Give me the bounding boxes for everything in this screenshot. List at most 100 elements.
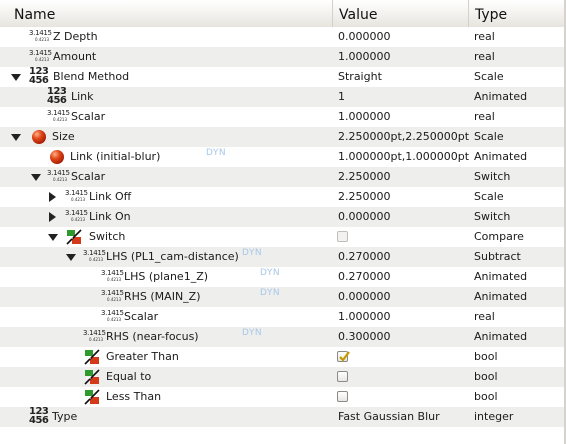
tree-row[interactable]: 3.1415 0.4213 Scalar 1.000000 real <box>0 107 564 127</box>
column-header-type[interactable]: Type <box>468 0 564 28</box>
dynamic-indicator: DYN <box>206 148 227 158</box>
tree-row[interactable]: 3.1415 0.4213 Link On 0.000000 Switch <box>0 207 564 227</box>
expander-expanded-icon[interactable] <box>48 234 58 241</box>
parameter-value[interactable]: 0.270000 <box>338 267 391 287</box>
parameter-value[interactable]: Straight <box>338 67 382 87</box>
parameter-value[interactable]: 2.250000 <box>338 187 391 207</box>
tree-row[interactable]: 3.1415 0.4213 LHS (plane1_Z) DYN 0.270000 Ani… <box>0 267 564 287</box>
parameter-value[interactable]: Fast Gaussian Blur <box>338 407 440 427</box>
tree-row[interactable]: 3.1415 0.4213 Link Off 2.250000 Scale <box>0 187 564 207</box>
parameter-type: Animated <box>474 270 528 283</box>
real-number-icon: 3.1415 0.4213 <box>29 29 52 45</box>
parameter-name: Scalar <box>71 170 106 183</box>
parameter-name: Amount <box>53 50 97 63</box>
dynamic-indicator: DYN <box>242 248 263 258</box>
parameter-type: bool <box>474 390 498 403</box>
parameter-value[interactable]: 0.300000 <box>338 327 391 347</box>
icon-text: 456 <box>29 75 49 86</box>
parameter-type: Scale <box>474 70 504 83</box>
parameter-value[interactable]: 1.000000 <box>338 307 391 327</box>
parameter-name: Link (initial-blur) <box>70 150 161 163</box>
tree-row[interactable]: 3.1415 0.4213 Amount 1.000000 real <box>0 47 564 67</box>
value-checkbox[interactable] <box>337 371 348 382</box>
icon-text: 0.4213 <box>107 297 121 302</box>
value-checkbox[interactable] <box>337 351 350 362</box>
tree-row[interactable]: 3.1415 0.4213 RHS (MAIN_Z) DYN 0.000000 Anima… <box>0 287 564 307</box>
parameter-value[interactable]: 1.000000 <box>338 107 391 127</box>
tree-row[interactable]: Size 2.250000pt,2.250000pt Scale <box>0 127 564 147</box>
parameter-value[interactable]: 0.000000 <box>338 207 391 227</box>
tree-row[interactable]: 3.1415 0.4213 LHS (PL1_cam-distance) DYN 0.2… <box>0 247 564 267</box>
tree-row[interactable]: Greater Than bool <box>0 347 564 367</box>
real-number-icon: 3.1415 0.4213 <box>65 189 88 205</box>
column-header-name[interactable]: Name <box>0 0 332 28</box>
parameter-name: Size <box>52 130 75 143</box>
vector-icon <box>50 150 64 164</box>
parameter-name: Type <box>52 410 78 423</box>
parameter-type: Subtract <box>474 250 521 263</box>
parameter-value[interactable]: 1.000000 <box>338 47 391 67</box>
parameter-type: Animated <box>474 290 528 303</box>
tree-row[interactable]: 3.1415 0.4213 Z Depth 0.000000 real <box>0 27 564 47</box>
expander-collapsed-icon[interactable] <box>49 212 56 222</box>
bool-icon <box>66 229 82 245</box>
tree-row[interactable]: Switch Compare <box>0 227 564 247</box>
tree-row[interactable]: 123 456 Link 1 Animated <box>0 87 564 107</box>
icon-text: 0.4213 <box>89 257 103 262</box>
integer-icon: 123 456 <box>29 67 49 86</box>
tree-row[interactable]: 123 456 Blend Method Straight Scale <box>0 67 564 87</box>
parameter-type: bool <box>474 350 498 363</box>
expander-expanded-icon[interactable] <box>11 134 21 141</box>
parameter-type: Switch <box>474 170 511 183</box>
icon-text: 3.1415 <box>83 329 106 337</box>
parameter-type: Animated <box>474 150 528 163</box>
expander-collapsed-icon[interactable] <box>49 192 56 202</box>
column-header-value[interactable]: Value <box>332 0 468 28</box>
parameter-value[interactable]: 0.270000 <box>338 247 391 267</box>
bool-icon <box>84 349 100 365</box>
real-number-icon: 3.1415 0.4213 <box>47 109 70 125</box>
icon-text: 0.4213 <box>89 337 103 342</box>
dynamic-indicator: DYN <box>242 328 263 338</box>
parameter-value[interactable]: 0.000000 <box>338 287 391 307</box>
parameter-name: Link <box>71 90 94 103</box>
tree-row[interactable]: 3.1415 0.4213 Scalar 2.250000 Switch <box>0 167 564 187</box>
expander-expanded-icon[interactable] <box>66 254 76 261</box>
dynamic-indicator: DYN <box>260 268 281 278</box>
parameter-value[interactable]: 1 <box>338 87 345 107</box>
parameter-type: real <box>474 50 495 63</box>
parameter-value[interactable]: 2.250000pt,2.250000pt <box>338 127 469 147</box>
icon-text: 0.4213 <box>53 117 67 122</box>
icon-text: 0.4213 <box>53 177 67 182</box>
tree-row[interactable]: Equal to bool <box>0 367 564 387</box>
parameter-name: Z Depth <box>53 30 98 43</box>
parameter-value[interactable]: 1.000000pt,1.000000pt <box>338 147 469 167</box>
vector-icon <box>32 130 46 144</box>
integer-icon: 123 456 <box>29 407 49 426</box>
parameter-name: Equal to <box>106 370 152 383</box>
expander-expanded-icon[interactable] <box>11 74 21 81</box>
parameter-name: Scalar <box>124 310 159 323</box>
expander-expanded-icon[interactable] <box>31 174 41 181</box>
parameter-type: Scale <box>474 190 504 203</box>
icon-text: 3.1415 <box>101 289 124 297</box>
integer-icon: 123 456 <box>47 87 67 106</box>
value-checkbox <box>337 231 348 242</box>
parameter-name: Link On <box>89 210 131 223</box>
real-number-icon: 3.1415 0.4213 <box>83 249 106 265</box>
real-number-icon: 3.1415 0.4213 <box>47 169 70 185</box>
real-number-icon: 3.1415 0.4213 <box>65 209 88 225</box>
tree-row[interactable]: 3.1415 0.4213 RHS (near-focus) DYN 0.300000 A… <box>0 327 564 347</box>
icon-text: 0.4213 <box>71 217 85 222</box>
parameter-name: Link Off <box>89 190 132 203</box>
icon-text: 3.1415 <box>101 309 124 317</box>
parameter-value[interactable]: 2.250000 <box>338 167 391 187</box>
tree-row[interactable]: 123 456 Type Fast Gaussian Blur integer <box>0 407 564 427</box>
parameter-value[interactable]: 0.000000 <box>338 27 391 47</box>
tree-row[interactable]: Less Than bool <box>0 387 564 407</box>
parameter-type: Scale <box>474 130 504 143</box>
tree-row[interactable]: 3.1415 0.4213 Scalar 1.000000 real <box>0 307 564 327</box>
tree-row[interactable]: Link (initial-blur) DYN 1.000000pt,1.00000… <box>0 147 564 167</box>
parameter-name: Scalar <box>71 110 106 123</box>
value-checkbox[interactable] <box>337 391 348 402</box>
